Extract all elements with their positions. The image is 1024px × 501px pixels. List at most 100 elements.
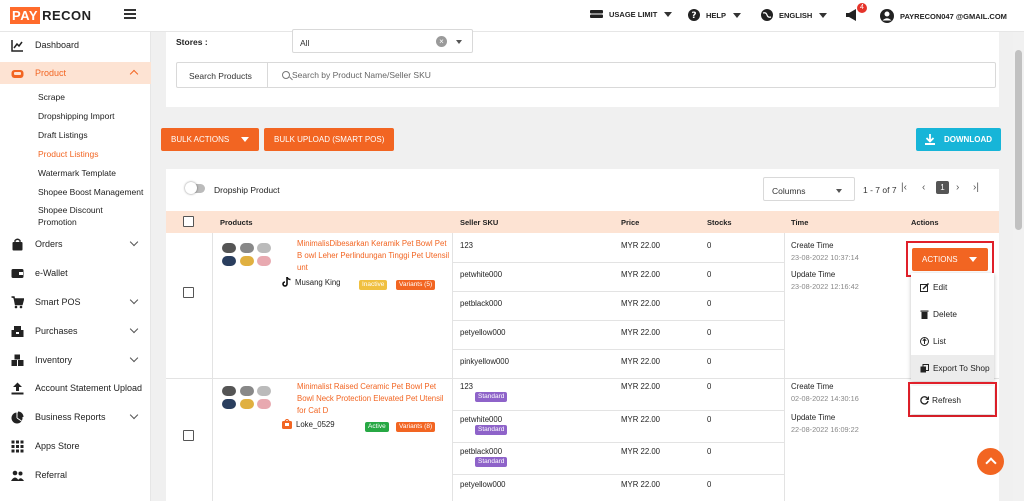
search-bar: Search Products	[176, 62, 996, 88]
download-icon	[925, 134, 935, 145]
trash-icon	[920, 310, 929, 319]
first-page-icon[interactable]: |‹	[901, 182, 907, 193]
sidebar-item-apps-store[interactable]: Apps Store	[0, 435, 151, 457]
wallet-icon	[11, 268, 24, 278]
globe-icon	[761, 9, 773, 21]
chevron-down-icon	[129, 237, 139, 247]
variants-badge: Variants (5)	[396, 280, 436, 290]
sidebar-sub-scrape[interactable]: Scrape	[38, 92, 65, 103]
sidebar-sub-dropshipping-import[interactable]: Dropshipping Import	[38, 111, 115, 122]
sidebar-item-product[interactable]: Product	[0, 62, 151, 84]
sidebar-item-referral[interactable]: Referral	[0, 464, 151, 486]
svg-text:?: ?	[691, 11, 696, 21]
sidebar-item-account-statement-upload[interactable]: Account Statement Upload	[0, 377, 151, 399]
copy-icon	[920, 363, 929, 372]
sidebar-item-inventory[interactable]: Inventory	[0, 349, 151, 371]
hamburger-menu-icon[interactable]	[124, 9, 136, 19]
search-input[interactable]	[270, 66, 994, 84]
stores-select[interactable]: All ×	[292, 29, 473, 53]
current-page[interactable]: 1	[936, 181, 949, 194]
main-content: Stores : All × Search Products BULK ACTI…	[151, 29, 1011, 501]
chevron-down-icon	[456, 40, 462, 44]
grid-icon	[11, 440, 24, 452]
top-bar: PAY RECON USAGE LIMIT ? HELP ENGLISH 4 PA…	[0, 0, 1024, 32]
chevron-down-icon	[968, 257, 977, 262]
tiktok-icon	[282, 277, 291, 287]
server-icon	[590, 10, 603, 18]
menu-item-edit[interactable]: Edit	[911, 273, 994, 301]
logo-pay: PAY	[10, 7, 41, 24]
sidebar-item-orders[interactable]: Orders	[0, 233, 151, 255]
purchases-icon	[11, 325, 24, 337]
sidebar-sub-promotion[interactable]: Promotion	[38, 217, 77, 228]
sidebar-sub-product-listings[interactable]: Product Listings	[38, 149, 98, 160]
chevron-down-icon	[664, 11, 673, 17]
payrecon-logo[interactable]: PAY RECON	[10, 7, 92, 24]
download-button[interactable]: DOWNLOAD	[916, 128, 1001, 151]
pagination-info: 1 - 7 of 7	[863, 185, 897, 195]
next-page-icon[interactable]: ›	[956, 182, 959, 193]
sidebar-sub-draft-listings[interactable]: Draft Listings	[38, 130, 88, 141]
last-page-icon[interactable]: ›|	[973, 182, 979, 193]
search-label: Search Products	[189, 71, 252, 81]
status-badge: Active	[365, 422, 389, 432]
prev-page-icon[interactable]: ‹	[922, 182, 925, 193]
chevron-up-icon	[129, 69, 139, 79]
bulk-actions-button[interactable]: BULK ACTIONS	[161, 128, 260, 151]
sidebar-sub-shopee-discount[interactable]: Shopee Discount	[38, 205, 103, 216]
product-name-link[interactable]: Minimalist Raised Ceramic Pet Bowl Pet B…	[297, 381, 452, 417]
store-label: Musang King	[282, 277, 341, 287]
row-checkbox[interactable]	[183, 430, 194, 441]
actions-button[interactable]: ACTIONS	[912, 248, 988, 271]
columns-select[interactable]: Columns	[763, 177, 855, 201]
chevron-down-icon	[129, 353, 139, 363]
sidebar-item-smart-pos[interactable]: Smart POS	[0, 291, 151, 313]
chevron-down-icon	[241, 137, 250, 142]
standard-tag: Standard	[475, 457, 508, 467]
chevron-down-icon	[733, 12, 742, 18]
sidebar-item-purchases[interactable]: Purchases	[0, 320, 151, 342]
sidebar-item-ewallet[interactable]: e-Wallet	[0, 262, 151, 284]
users-icon	[11, 470, 24, 481]
usage-limit-menu[interactable]: USAGE LIMIT	[590, 9, 673, 19]
products-table-card: Dropship Product Columns 1 - 7 of 7 |‹ ‹…	[166, 169, 999, 501]
upload-circle-icon	[920, 336, 929, 346]
variants-badge: Variants (8)	[396, 422, 436, 432]
store-label: Loke_0529	[282, 419, 335, 429]
menu-item-export-to-shop[interactable]: Export To Shop	[911, 355, 994, 381]
sidebar-sub-shopee-boost[interactable]: Shopee Boost Management	[38, 187, 143, 198]
product-name-link[interactable]: MinimalisDibesarkan Keramik Pet Bowl Pet…	[297, 238, 452, 274]
usage-limit-label: USAGE LIMIT	[609, 9, 658, 19]
chevron-down-icon	[836, 189, 842, 193]
sidebar-item-business-reports[interactable]: Business Reports	[0, 406, 151, 428]
sidebar-sub-watermark-template[interactable]: Watermark Template	[38, 168, 116, 179]
menu-item-list[interactable]: List	[911, 327, 994, 355]
refresh-icon	[920, 395, 929, 405]
stores-select-value: All	[300, 38, 310, 48]
row-checkbox[interactable]	[183, 287, 194, 298]
pie-chart-icon	[11, 411, 24, 423]
stores-label: Stores :	[176, 37, 208, 47]
notification-badge: 4	[857, 3, 867, 13]
page-scrollbar[interactable]	[1013, 32, 1024, 501]
menu-item-delete[interactable]: Delete	[911, 300, 994, 328]
user-email: PAYRECON047 @GMAIL.COM	[900, 11, 1007, 21]
scroll-to-top-button[interactable]	[977, 448, 1004, 475]
scrollbar-thumb[interactable]	[1015, 50, 1022, 230]
select-all-checkbox[interactable]	[183, 216, 194, 227]
sidebar-item-dashboard[interactable]: Dashboard	[0, 34, 151, 56]
user-menu[interactable]: PAYRECON047 @GMAIL.COM	[880, 9, 1007, 23]
language-menu[interactable]: ENGLISH	[761, 9, 828, 21]
menu-item-refresh[interactable]: Refresh	[911, 386, 994, 414]
bulk-upload-button[interactable]: BULK UPLOAD (SMART POS)	[264, 128, 395, 151]
dropship-label: Dropship Product	[214, 185, 280, 195]
chart-line-icon	[11, 39, 23, 52]
actions-dropdown-menu: Edit Delete List Export To Shop	[911, 273, 994, 381]
chevron-down-icon	[129, 295, 139, 305]
clear-icon[interactable]: ×	[436, 36, 447, 47]
product-box-icon	[11, 69, 24, 78]
dropship-toggle[interactable]	[185, 182, 205, 194]
help-menu[interactable]: ? HELP	[688, 9, 742, 21]
status-badge: Inactive	[359, 280, 388, 290]
inventory-icon	[11, 354, 24, 366]
